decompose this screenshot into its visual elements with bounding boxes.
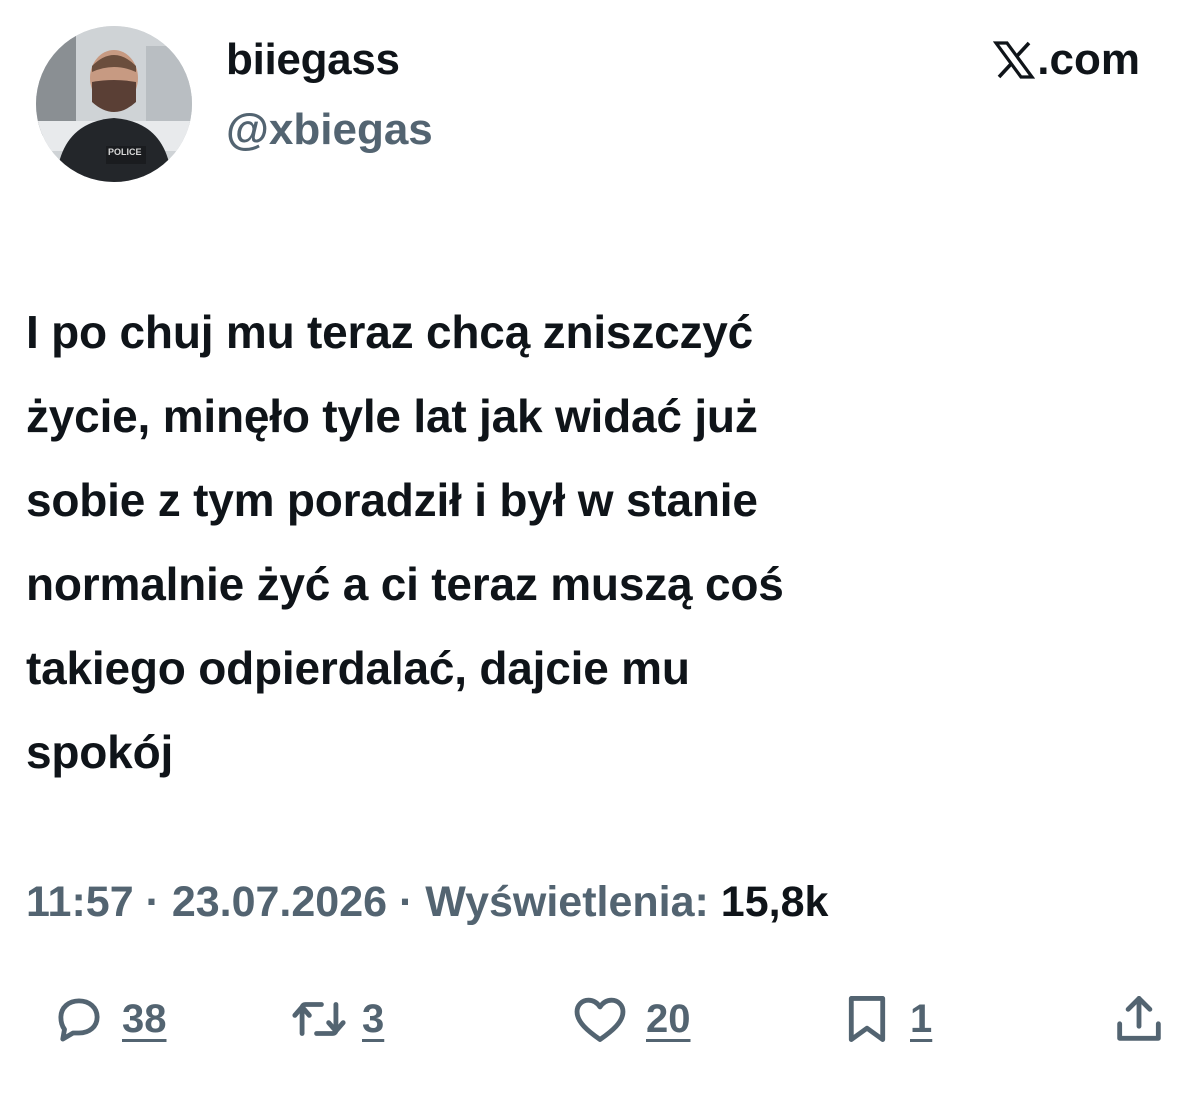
display-name[interactable]: biiegass [226,34,400,86]
repost-count: 3 [362,996,385,1041]
reply-button[interactable]: 38 [50,984,167,1054]
heart-icon [574,997,626,1042]
avatar-photo: POLICE [36,26,192,182]
repost-button[interactable]: 3 [290,984,384,1054]
tweet-meta: 11:57 · 23.07.2026 · Wyświetlenia: 15,8k [26,872,828,932]
x-logo-icon [993,41,1036,79]
share-button[interactable] [1110,984,1168,1054]
source-domain: .com [1037,35,1140,84]
bookmark-button[interactable]: 1 [838,984,932,1054]
reply-count: 38 [122,996,167,1041]
avatar-badge-text: POLICE [108,147,142,157]
avatar[interactable]: POLICE [36,26,192,182]
meta-separator: · [387,878,426,926]
tweet-text: I po chuj mu teraz chcą zniszczyć życie,… [26,306,784,778]
action-bar: 38 3 20 1 [0,984,1200,1054]
repost-icon [292,1002,346,1036]
source-label: .com [993,34,1140,86]
share-icon [1117,996,1161,1041]
like-count: 20 [646,996,691,1041]
tweet-date[interactable]: 23.07.2026 [172,878,387,926]
meta-separator: · [133,878,172,926]
views-count: 15,8k [720,878,829,926]
views-label: Wyświetlenia: [425,878,709,926]
tweet-time[interactable]: 11:57 [26,878,134,926]
bookmark-icon [848,996,886,1042]
bookmark-count: 1 [910,996,933,1041]
like-button[interactable]: 20 [568,984,691,1054]
reply-icon [58,998,100,1042]
user-handle[interactable]: @xbiegas [226,104,433,156]
